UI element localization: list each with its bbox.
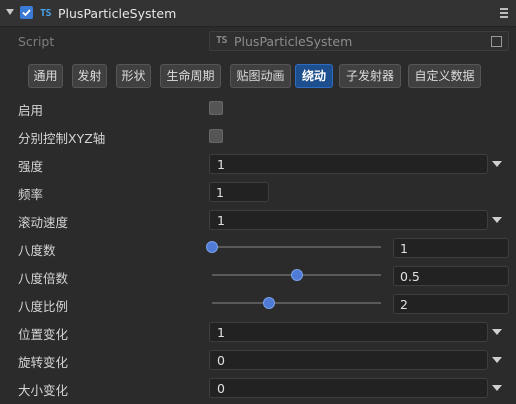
octaves-value: 1 (400, 241, 408, 256)
strength-label: 强度 (18, 159, 44, 174)
octaves-label: 八度数 (18, 243, 56, 258)
scroll-speed-field[interactable]: 1 (209, 210, 488, 230)
script-field[interactable]: TS PlusParticleSystem (209, 31, 509, 51)
rotation-amount-label: 旋转变化 (18, 355, 69, 370)
enable-checkbox[interactable] (209, 101, 223, 115)
octave-multiplier-slider-thumb[interactable] (290, 269, 303, 281)
octave-scale-value: 2 (400, 297, 408, 312)
size-amount-dropdown-icon[interactable] (492, 385, 502, 391)
scroll-speed-dropdown-icon[interactable] (492, 217, 502, 223)
collapse-arrow-icon[interactable] (6, 9, 14, 15)
size-amount-field[interactable]: 0 (209, 378, 488, 398)
octaves-slider-track[interactable] (212, 246, 381, 248)
strength-value: 1 (217, 157, 225, 172)
octave-multiplier-input[interactable]: 0.5 (393, 266, 509, 286)
tab-emission[interactable]: 发射 (72, 64, 107, 88)
tab-sub-emitters[interactable]: 子发射器 (339, 64, 401, 88)
scroll-speed-value: 1 (217, 213, 225, 228)
locate-icon[interactable] (491, 36, 502, 47)
checkmark-icon (22, 9, 31, 17)
tab-general[interactable]: 通用 (28, 64, 63, 88)
position-amount-label: 位置变化 (18, 327, 69, 342)
rotation-amount-field[interactable]: 0 (209, 350, 488, 370)
octaves-input[interactable]: 1 (393, 238, 509, 258)
component-header: TS PlusParticleSystem (0, 0, 516, 27)
frequency-input[interactable]: 1 (209, 182, 269, 202)
separate-xyz-checkbox[interactable] (209, 129, 223, 143)
position-amount-dropdown-icon[interactable] (492, 329, 502, 335)
octave-multiplier-value: 0.5 (400, 269, 420, 284)
size-amount-value: 0 (217, 381, 225, 396)
octave-scale-input[interactable]: 2 (393, 294, 509, 314)
size-amount-label: 大小变化 (18, 383, 69, 398)
component-enabled-checkbox[interactable] (20, 6, 33, 19)
octave-scale-slider-track[interactable] (212, 302, 381, 304)
component-title: PlusParticleSystem (58, 6, 177, 21)
script-value: PlusParticleSystem (234, 34, 353, 49)
strength-dropdown-icon[interactable] (492, 161, 502, 167)
octave-scale-label: 八度比例 (18, 299, 69, 314)
octave-multiplier-label: 八度倍数 (18, 271, 69, 286)
strength-field[interactable]: 1 (209, 154, 488, 174)
menu-icon[interactable] (500, 8, 508, 20)
rotation-amount-dropdown-icon[interactable] (492, 357, 502, 363)
tab-lifetime[interactable]: 生命周期 (160, 64, 221, 88)
tab-noise[interactable]: 绕动 (295, 64, 333, 88)
tab-texture-animation[interactable]: 贴图动画 (230, 64, 291, 88)
position-amount-value: 1 (217, 325, 225, 340)
separate-xyz-label: 分别控制XYZ轴 (18, 131, 106, 146)
tab-shape[interactable]: 形状 (116, 64, 151, 88)
script-label: Script (18, 34, 55, 49)
typescript-icon: TS (40, 8, 52, 19)
typescript-icon: TS (216, 35, 228, 46)
rotation-amount-value: 0 (217, 353, 225, 368)
frequency-value: 1 (216, 185, 224, 200)
position-amount-field[interactable]: 1 (209, 322, 488, 342)
octaves-slider-thumb[interactable] (206, 241, 218, 253)
tab-custom-data[interactable]: 自定义数据 (408, 64, 481, 88)
enable-label: 启用 (18, 103, 44, 118)
scroll-speed-label: 滚动速度 (18, 215, 69, 230)
octave-scale-slider-thumb[interactable] (263, 297, 276, 309)
frequency-label: 频率 (18, 187, 44, 202)
